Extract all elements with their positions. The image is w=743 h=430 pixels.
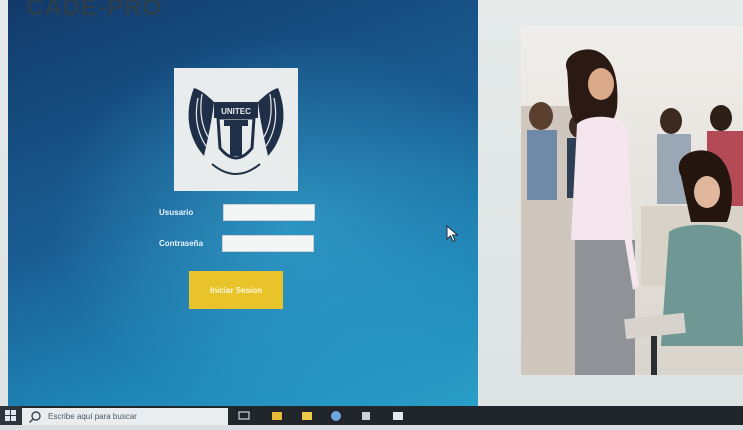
app-icon[interactable] <box>360 409 372 422</box>
unitec-logo: UNITEC <box>174 68 298 191</box>
username-label: Ususario <box>159 208 194 217</box>
username-field[interactable] <box>223 204 315 221</box>
task-view-icon[interactable] <box>238 409 250 422</box>
desktop-screen: CADE-PRO UNITEC Ususario Contraseña Inic… <box>0 0 743 425</box>
folder-icon[interactable] <box>301 409 313 422</box>
svg-text:UNITEC: UNITEC <box>221 107 251 116</box>
taskbar: Escribe aquí para buscar <box>0 406 743 425</box>
store-icon[interactable] <box>392 409 404 422</box>
windows-icon <box>5 410 16 421</box>
login-panel: CADE-PRO UNITEC Ususario Contraseña Inic… <box>8 0 478 412</box>
classroom-photo <box>521 49 743 375</box>
taskbar-search[interactable]: Escribe aquí para buscar <box>22 408 228 425</box>
login-button[interactable]: Iniciar Sesion <box>189 271 283 309</box>
mouse-pointer-icon <box>446 225 459 243</box>
browser-icon[interactable] <box>330 409 342 422</box>
start-button[interactable] <box>0 406 22 425</box>
password-field[interactable] <box>222 235 314 252</box>
app-title: CADE-PRO <box>26 0 163 21</box>
password-label: Contraseña <box>159 239 204 248</box>
search-placeholder: Escribe aquí para buscar <box>48 412 137 421</box>
search-icon <box>29 410 41 423</box>
file-explorer-icon[interactable] <box>271 409 283 422</box>
hero-photo <box>521 26 743 375</box>
unitec-logo-icon: UNITEC <box>188 88 284 175</box>
